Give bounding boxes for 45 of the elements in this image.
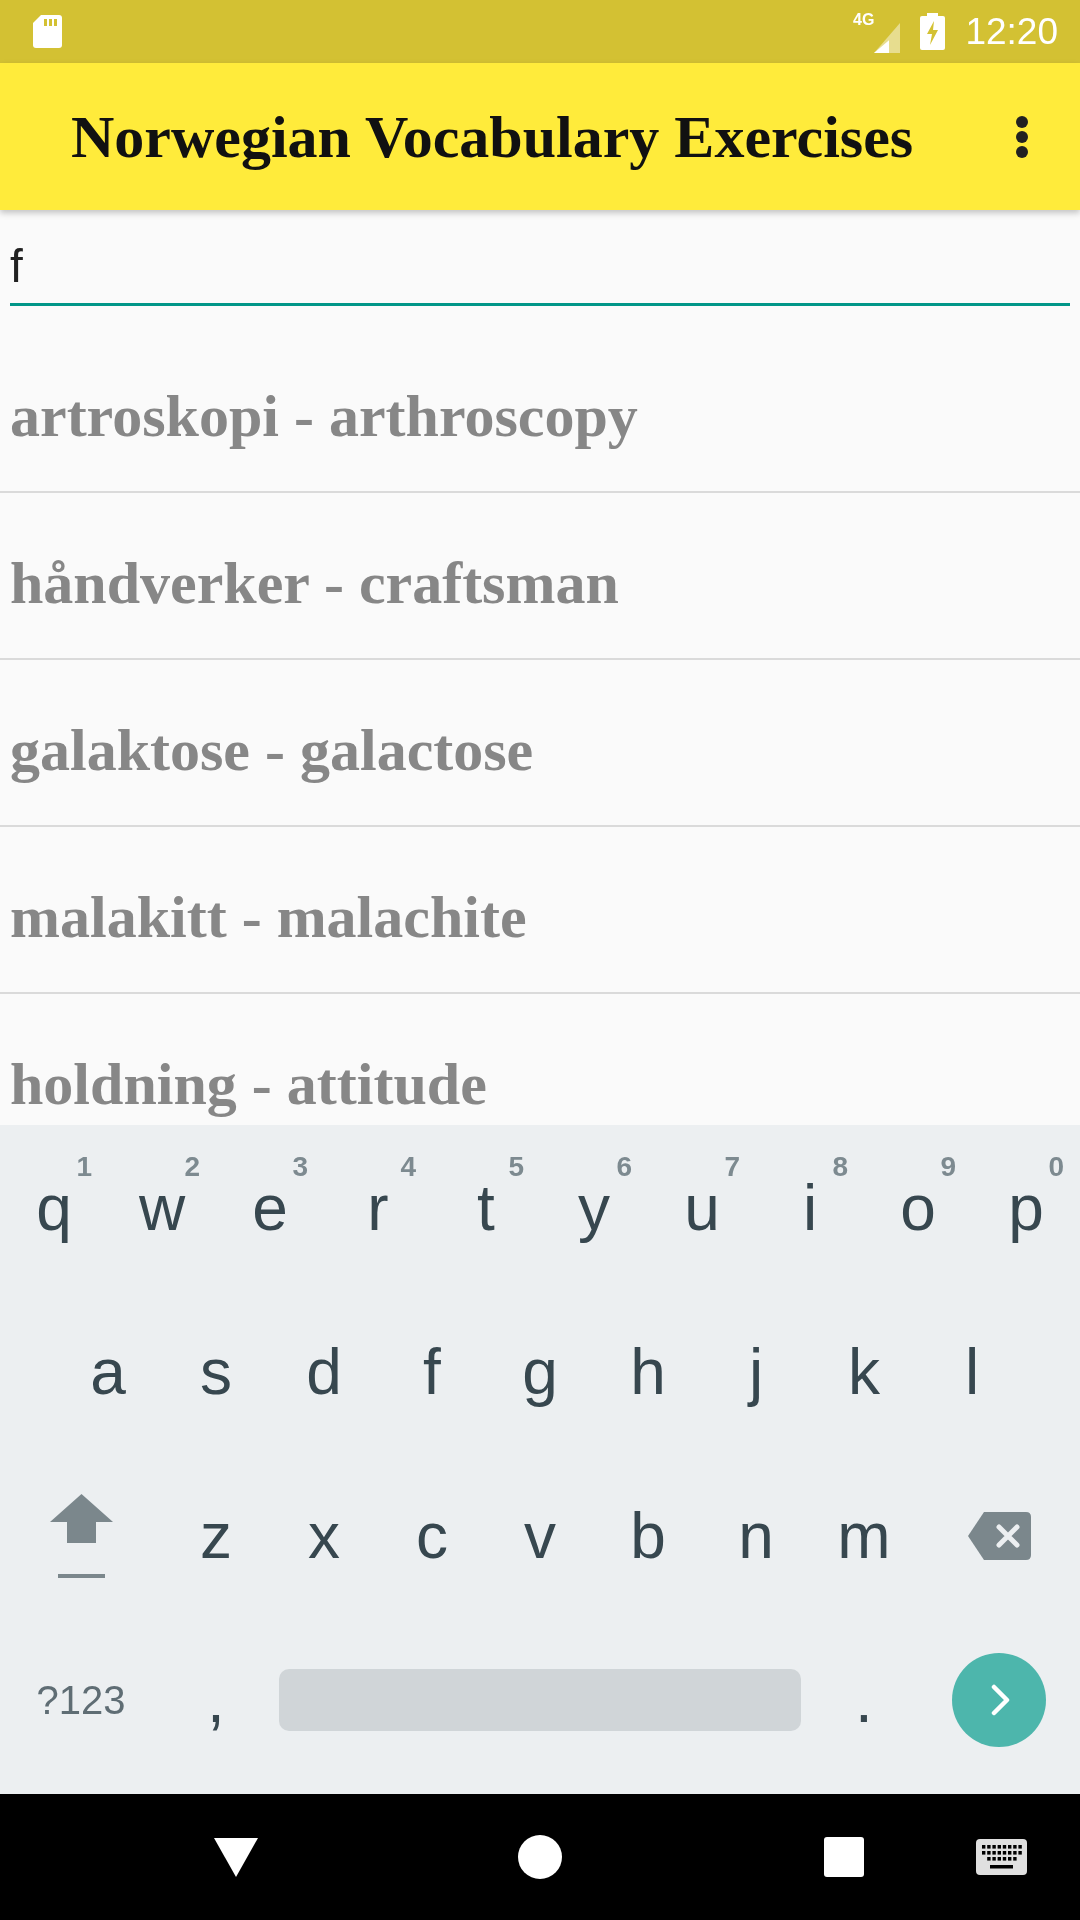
comma-key[interactable]: , xyxy=(176,1645,256,1755)
battery-charging-icon xyxy=(920,13,946,50)
key-hint: 4 xyxy=(400,1153,416,1181)
key-hint: 1 xyxy=(76,1153,92,1181)
key-hint: 0 xyxy=(1048,1153,1064,1181)
down-triangle-icon[interactable] xyxy=(214,1837,258,1877)
signal-icon xyxy=(874,22,901,53)
symbols-key[interactable]: ?123 xyxy=(28,1670,134,1730)
key-hint: 7 xyxy=(724,1153,740,1181)
backspace-icon xyxy=(967,1512,1031,1560)
keyboard-key[interactable]: g xyxy=(500,1317,580,1427)
keyboard-key[interactable]: j xyxy=(716,1317,796,1427)
keyboard-key[interactable]: f xyxy=(392,1317,472,1427)
keyboard-key[interactable]: s xyxy=(176,1317,256,1427)
app-title: Norwegian Vocabulary Exercises xyxy=(71,102,914,171)
keyboard-key[interactable]: c xyxy=(392,1481,472,1591)
keyboard-icon[interactable] xyxy=(976,1839,1027,1875)
keyboard-key[interactable]: v xyxy=(500,1481,580,1591)
search-field[interactable]: f xyxy=(10,228,1070,306)
keyboard-key[interactable]: z xyxy=(176,1481,256,1591)
key-hint: 9 xyxy=(940,1153,956,1181)
network-type-label: 4G xyxy=(853,11,875,28)
key-hint: 2 xyxy=(184,1153,200,1181)
shift-icon xyxy=(49,1494,113,1578)
keyboard-key[interactable]: h xyxy=(608,1317,688,1427)
keyboard-key[interactable]: x xyxy=(284,1481,364,1591)
home-icon[interactable] xyxy=(518,1835,562,1879)
keyboard-key[interactable]: d xyxy=(284,1317,364,1427)
keyboard-key[interactable]: k xyxy=(824,1317,904,1427)
keyboard-key[interactable]: a xyxy=(68,1317,148,1427)
keyboard-key[interactable]: b xyxy=(608,1481,688,1591)
keyboard-key[interactable]: i 8 xyxy=(770,1153,850,1263)
period-key[interactable]: . xyxy=(824,1645,904,1755)
keyboard-key[interactable]: m xyxy=(824,1481,904,1591)
overflow-menu-icon[interactable] xyxy=(1015,115,1029,158)
keyboard-key[interactable]: l xyxy=(932,1317,1012,1427)
key-hint: 6 xyxy=(616,1153,632,1181)
key-hint: 8 xyxy=(832,1153,848,1181)
status-time: 12:20 xyxy=(965,11,1058,52)
sd-card-icon xyxy=(33,15,62,48)
key-hint: 3 xyxy=(292,1153,308,1181)
key-hint: 5 xyxy=(508,1153,524,1181)
chevron-right-icon xyxy=(991,1684,1011,1716)
keyboard-key[interactable]: t 5 xyxy=(446,1153,526,1263)
keyboard-key[interactable]: n xyxy=(716,1481,796,1591)
